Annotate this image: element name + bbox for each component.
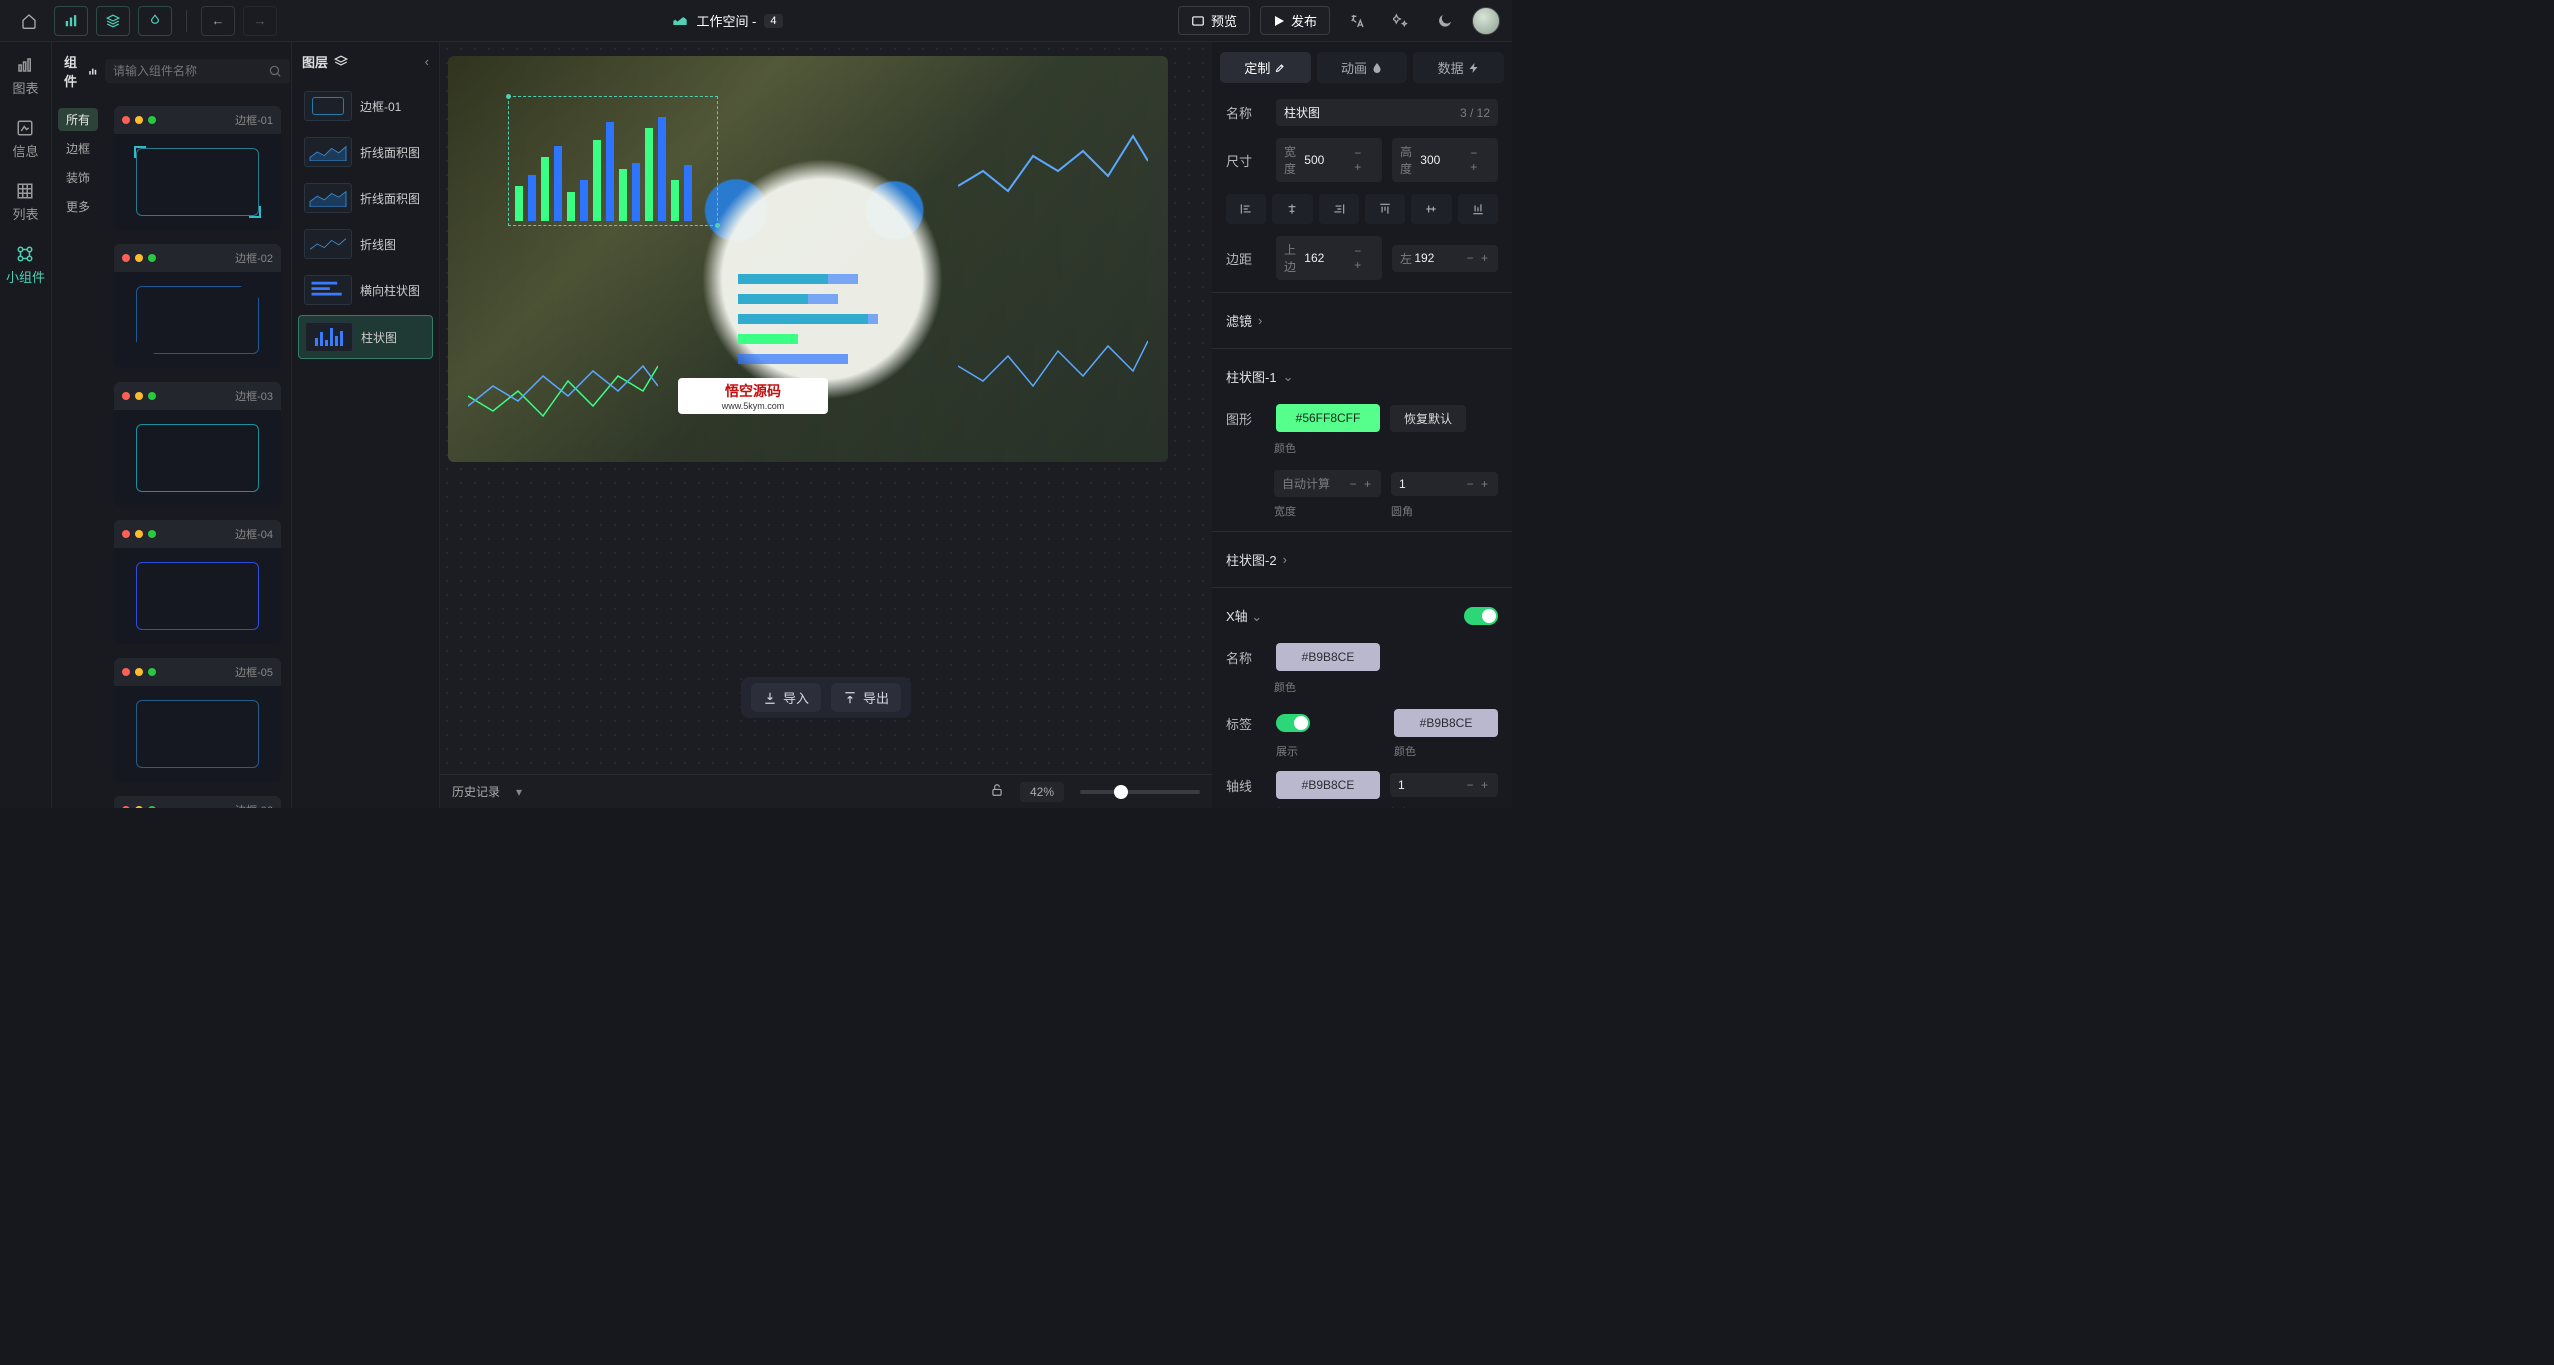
comp-card[interactable]: 边框-03 [114, 382, 281, 506]
publish-button[interactable]: 发布 [1260, 6, 1330, 35]
tab-customize[interactable]: 定制 [1220, 52, 1311, 83]
comp-card[interactable]: 边框-05 [114, 658, 281, 782]
workspace-title[interactable]: 工作空间 - 4 [672, 11, 782, 30]
layer-item[interactable]: 横向柱状图 [298, 269, 433, 311]
zoom-slider[interactable] [1080, 790, 1200, 794]
align-left-icon[interactable] [1226, 194, 1266, 224]
section-xaxis[interactable]: X轴 ⌄ [1212, 594, 1512, 637]
layer-panel-title: 图层 [302, 52, 348, 71]
workspace-label: 工作空间 - [696, 11, 756, 30]
lock-icon[interactable] [990, 783, 1004, 800]
layer-item[interactable]: 折线面积图 [298, 131, 433, 173]
search-input[interactable] [105, 59, 290, 83]
layer-item[interactable]: 边框-01 [298, 85, 433, 127]
nav-chart[interactable]: 图表 [12, 52, 38, 101]
layer-item[interactable]: 折线图 [298, 223, 433, 265]
align-bottom-icon[interactable] [1458, 194, 1498, 224]
collapse-icon[interactable]: ‹ [425, 54, 429, 69]
xaxis-label-toggle[interactable] [1276, 714, 1310, 732]
xaxis-toggle[interactable] [1464, 607, 1498, 625]
width-input[interactable]: 宽度− + [1276, 138, 1382, 182]
nav-list[interactable]: 列表 [12, 178, 38, 227]
back-icon[interactable]: ← [201, 6, 235, 36]
name-input[interactable]: 柱状图 3 / 12 [1276, 99, 1498, 126]
align-center-v-icon[interactable] [1411, 194, 1451, 224]
component-panel-title: 组件 [64, 52, 97, 90]
stage-chart-line3 [958, 316, 1148, 416]
color-chip-xaxis-label[interactable]: #B9B8CE [1394, 709, 1498, 737]
stage-chart-line [958, 116, 1148, 216]
comp-card[interactable]: 边框-01 [114, 106, 281, 230]
export-button[interactable]: 导出 [831, 683, 901, 712]
theme-toggle-icon[interactable] [1428, 6, 1462, 36]
align-top-icon[interactable] [1365, 194, 1405, 224]
auto-width-input[interactable]: 自动计算− + [1274, 470, 1381, 497]
section-bar2[interactable]: 柱状图-2› [1212, 538, 1512, 581]
align-right-icon[interactable] [1319, 194, 1359, 224]
margin-top-input[interactable]: 上边− + [1276, 236, 1382, 280]
tab-animation[interactable]: 动画 [1317, 52, 1408, 83]
nav-info[interactable]: 信息 [12, 115, 38, 164]
toolbar-chart-icon[interactable] [54, 6, 88, 36]
canvas-scroll[interactable]: 悟空源码 www.5kym.com 导入 导出 [440, 42, 1212, 774]
component-panel: 组件 所有 边框 装饰 更多 边框-01 [52, 42, 292, 808]
layer-item[interactable]: 折线面积图 [298, 177, 433, 219]
history-button[interactable]: 历史记录 [452, 783, 500, 800]
canvas-footer: 历史记录 ▾ 42% [440, 774, 1212, 808]
align-center-h-icon[interactable] [1272, 194, 1312, 224]
reset-default-button[interactable]: 恢复默认 [1390, 405, 1466, 432]
canvas-area: 悟空源码 www.5kym.com 导入 导出 历史记录 [440, 42, 1212, 808]
tag-all[interactable]: 所有 [58, 108, 98, 131]
color-chip-axisline[interactable]: #B9B8CE [1276, 771, 1380, 799]
tab-data[interactable]: 数据 [1413, 52, 1504, 83]
toolbar-droplet-icon[interactable] [138, 6, 172, 36]
axisline-width-input[interactable]: − + [1390, 773, 1498, 797]
magic-icon[interactable] [1384, 6, 1418, 36]
section-bar1[interactable]: 柱状图-1⌄ [1212, 355, 1512, 398]
tag-more[interactable]: 更多 [58, 195, 98, 218]
stage-chart-line2 [468, 336, 658, 436]
nav-widget[interactable]: 小组件 [6, 241, 45, 290]
forward-icon: → [243, 6, 277, 36]
zoom-value[interactable]: 42% [1020, 782, 1064, 802]
workspace-number: 4 [764, 14, 782, 28]
stage-chart-hbar [738, 266, 888, 376]
import-button[interactable]: 导入 [751, 683, 821, 712]
margin-left-input[interactable]: 左− + [1392, 245, 1498, 272]
section-filter[interactable]: 滤镜› [1212, 299, 1512, 342]
home-icon[interactable] [12, 6, 46, 36]
property-panel: 定制 动画 数据 名称 柱状图 3 / 12 尺寸 宽度− + 高度− + [1212, 42, 1512, 808]
stage-chart-bar-selected[interactable] [508, 96, 718, 226]
layer-panel: 图层 ‹ 边框-01 折线面积图 折线面积图 [292, 42, 440, 808]
color-chip-shape[interactable]: #56FF8CFF [1276, 404, 1380, 432]
topbar: ← → 工作空间 - 4 预览 发布 [0, 0, 1512, 42]
comp-card[interactable]: 边框-06 [114, 796, 281, 808]
preview-button[interactable]: 预览 [1178, 6, 1250, 35]
toolbar-layers-icon[interactable] [96, 6, 130, 36]
sidebar-nav: 图表 信息 列表 小组件 [0, 42, 52, 808]
translate-icon[interactable] [1340, 6, 1374, 36]
radius-input[interactable]: − + [1391, 472, 1498, 496]
tag-decor[interactable]: 装饰 [58, 166, 98, 189]
component-list: 边框-01 边框-02 边框-03 边框-04 [104, 100, 291, 808]
tag-border[interactable]: 边框 [58, 137, 98, 160]
height-input[interactable]: 高度− + [1392, 138, 1498, 182]
stage[interactable]: 悟空源码 www.5kym.com [448, 56, 1168, 462]
align-row [1212, 188, 1512, 230]
comp-card[interactable]: 边框-02 [114, 244, 281, 368]
avatar[interactable] [1472, 7, 1500, 35]
comp-card[interactable]: 边框-04 [114, 520, 281, 644]
color-chip-xaxis-name[interactable]: #B9B8CE [1276, 643, 1380, 671]
watermark: 悟空源码 www.5kym.com [678, 378, 828, 414]
layer-item[interactable]: 柱状图 [298, 315, 433, 359]
